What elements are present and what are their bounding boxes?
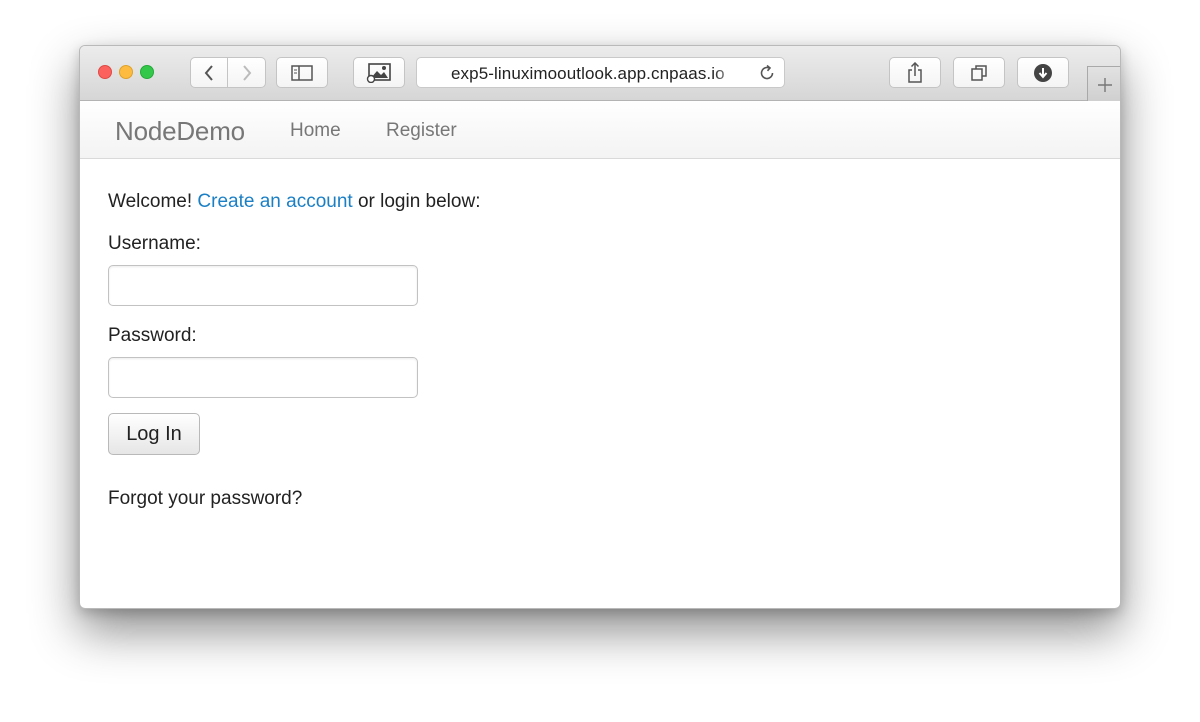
password-input[interactable] [108,357,418,398]
image-icon [366,62,391,83]
welcome-message: Welcome! Create an account or login belo… [108,191,480,213]
close-window-button[interactable] [98,65,112,79]
site-navbar: NodeDemo Home Register [80,101,1120,159]
chevron-left-icon [204,64,213,81]
new-tab-button[interactable] [1087,66,1120,102]
sidebar-icon [291,64,313,81]
tabs-button[interactable] [953,57,1005,88]
sidebar-button[interactable] [276,57,328,88]
browser-window: exp5-linuximooutlook.app.cnpaas.io NodeD… [79,45,1121,609]
nav-link-register[interactable]: Register [386,120,457,142]
back-button[interactable] [190,57,228,88]
forgot-password-link[interactable]: Forgot your password? [108,488,302,510]
username-input[interactable] [108,265,418,306]
downloads-button[interactable] [1017,57,1069,88]
image-button[interactable] [353,57,405,88]
login-button[interactable]: Log In [108,413,200,455]
plus-icon [1098,77,1112,92]
share-button[interactable] [889,57,941,88]
welcome-suffix: or login below: [357,191,481,212]
tabs-icon [971,64,987,81]
brand-logo[interactable]: NodeDemo [115,116,245,147]
create-account-link[interactable]: Create an account [197,191,352,212]
zoom-window-button[interactable] [140,65,154,79]
address-bar[interactable]: exp5-linuximooutlook.app.cnpaas.io [416,57,785,88]
username-label: Username: [108,233,201,254]
chevron-right-icon [242,64,251,81]
minimize-window-button[interactable] [119,65,133,79]
reload-icon[interactable] [758,64,776,82]
browser-toolbar: exp5-linuximooutlook.app.cnpaas.io [80,46,1120,102]
address-text: exp5-linuximooutlook.app.cnpaas.io [451,64,725,83]
share-icon [908,61,922,83]
welcome-prefix: Welcome! [108,191,193,212]
password-label: Password: [108,325,197,346]
nav-link-home[interactable]: Home [290,120,341,142]
download-icon [1034,63,1052,82]
forward-button[interactable] [228,57,266,88]
